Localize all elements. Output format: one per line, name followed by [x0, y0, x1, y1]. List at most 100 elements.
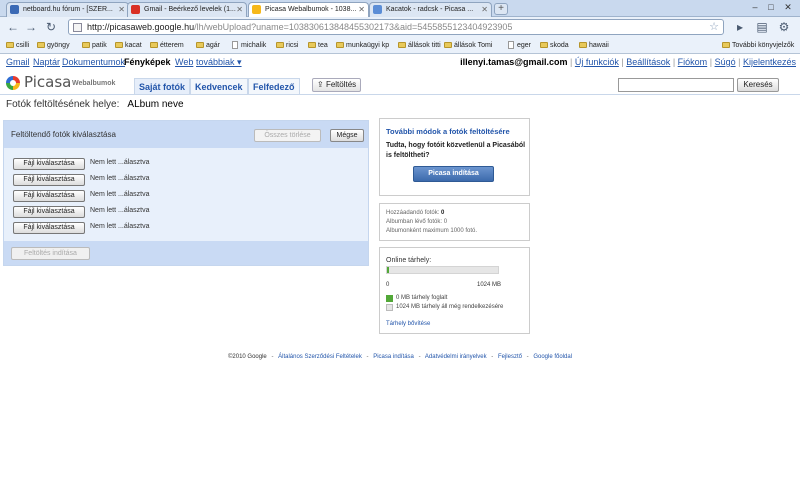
launch-picasa-button[interactable]: Picasa indítása	[413, 166, 494, 182]
bookmark-folder[interactable]: étterem	[150, 40, 184, 51]
forward-arrow-icon[interactable]: →	[24, 20, 38, 34]
more-methods-text: Tudta, hogy fotóit közvetlenül a Picasáb…	[386, 142, 526, 159]
gbar-link-web[interactable]: Web	[175, 54, 193, 70]
gbar-current-photos: Fényképek	[124, 57, 171, 67]
search-button[interactable]: Keresés	[737, 78, 779, 92]
start-upload-button[interactable]: Feltöltés indítása	[11, 247, 90, 260]
choose-file-button[interactable]: Fájl kiválasztása	[13, 174, 85, 186]
storage-used-fill	[387, 267, 389, 273]
file-status: Nem lett ...álasztva	[90, 223, 150, 230]
separator: -	[526, 354, 529, 360]
back-arrow-icon[interactable]: ←	[6, 20, 20, 34]
footer-link-developer[interactable]: Fejlesztő	[498, 354, 522, 360]
close-window-button[interactable]: ✕	[781, 2, 795, 14]
folder-icon	[82, 42, 90, 48]
other-bookmarks[interactable]: További könyvjelzők	[722, 40, 794, 51]
upload-panel: Feltöltendő fotók kiválasztása Összes tö…	[3, 120, 369, 266]
bookmarks-bar: csilli gyöngy patik kacat étterem agár m…	[0, 37, 800, 54]
tab-title: Picasa Webalbumok - 1038...	[265, 6, 357, 13]
close-tab-icon[interactable]: ✕	[481, 3, 488, 16]
choose-file-button[interactable]: Fájl kiválasztása	[13, 206, 85, 218]
upload-destination-label: Fotók feltöltésének helye:	[6, 99, 120, 110]
bookmark-label: állások Tomi	[454, 42, 493, 49]
folder-icon	[540, 42, 548, 48]
gbar-link-settings[interactable]: Beállítások	[626, 57, 670, 67]
page-menu-icon[interactable]: ▤	[755, 20, 769, 34]
minimize-button[interactable]: –	[748, 2, 762, 14]
legend-text: 1024 MB tárhely áll még rendelkezésére	[396, 304, 504, 310]
picasa-logo[interactable]: Picasa Webalbumok	[6, 73, 126, 93]
browser-tab-gmail[interactable]: Gmail - Beérkező levelek (1... ✕	[127, 2, 247, 17]
go-arrow-icon[interactable]: ▸	[733, 20, 747, 34]
browser-tab-netboard[interactable]: netboard.hu fórum - [SZER... ✕	[6, 2, 129, 17]
stat-value: 0	[441, 210, 445, 216]
bookmark-folder[interactable]: ricsi	[276, 40, 298, 51]
gbar-link-help[interactable]: Súgó	[715, 57, 736, 67]
wrench-menu-icon[interactable]: ⚙	[777, 20, 791, 34]
close-tab-icon[interactable]: ✕	[236, 3, 243, 16]
gbar-link-more[interactable]: továbbiak ▾	[196, 54, 242, 70]
bookmark-label: étterem	[160, 42, 184, 49]
folder-icon	[196, 42, 204, 48]
reload-icon[interactable]: ↻	[44, 20, 58, 34]
upload-button[interactable]: ⇪ Feltöltés	[312, 78, 362, 92]
clear-all-button[interactable]: Összes törlése	[254, 129, 321, 142]
bookmark-folder[interactable]: csilli	[6, 40, 29, 51]
gbar-link-calendar[interactable]: Naptár	[33, 54, 60, 70]
gbar-link-gmail[interactable]: Gmail	[6, 54, 30, 70]
bookmark-label: tea	[318, 42, 328, 49]
header-divider	[0, 94, 800, 95]
tab-explore[interactable]: Felfedező	[248, 78, 300, 94]
bookmark-folder[interactable]: agár	[196, 40, 220, 51]
url-path: /lh/webUpload?uname=10383061384845530217…	[194, 22, 513, 32]
footer-link-terms[interactable]: Általános Szerződési Feltételek	[278, 354, 362, 360]
bookmark-folder[interactable]: gyöngy	[37, 40, 70, 51]
bookmark-folder[interactable]: munkaügyi kp	[336, 40, 389, 51]
footer-link-google-home[interactable]: Google főoldal	[533, 354, 572, 360]
bookmark-star-icon[interactable]: ☆	[709, 20, 719, 34]
bookmark-folder[interactable]: skoda	[540, 40, 569, 51]
bookmark-page[interactable]: michalik	[231, 40, 266, 51]
bookmark-folder[interactable]: állások titti	[398, 40, 441, 51]
cancel-button[interactable]: Mégse	[330, 129, 364, 142]
footer-link-privacy[interactable]: Adatvédelmi irányelvek	[425, 354, 487, 360]
tab-my-photos[interactable]: Saját fotók	[134, 78, 191, 94]
picasa-album-favicon-icon	[373, 5, 382, 14]
bookmark-folder[interactable]: tea	[308, 40, 328, 51]
more-upload-methods-box: További módok a fotók feltöltésére Tudta…	[379, 118, 530, 196]
new-tab-button[interactable]: +	[494, 3, 508, 15]
address-bar[interactable]: http://picasaweb.google.hu/lh/webUpload?…	[68, 19, 724, 35]
select-photos-label: Feltöltendő fotók kiválasztása	[11, 130, 116, 139]
copyright: ©2010 Google	[227, 354, 267, 360]
browser-tab-picasa[interactable]: Picasa Webalbumok - 1038... ✕	[248, 2, 369, 18]
browser-tab-kacatok[interactable]: Kacatok - radcsk - Picasa ... ✕	[369, 2, 492, 17]
separator: -	[418, 354, 421, 360]
maximize-button[interactable]: □	[764, 2, 778, 14]
bookmark-label: gyöngy	[47, 42, 70, 49]
page-icon	[508, 41, 514, 49]
gbar-link-signout[interactable]: Kijelentkezés	[743, 57, 796, 67]
gbar-link-new-features[interactable]: Új funkciók	[575, 57, 619, 67]
choose-file-button[interactable]: Fájl kiválasztása	[13, 158, 85, 170]
bookmark-folder[interactable]: kacat	[115, 40, 142, 51]
stat-label: Hozzáadandó fotók:	[386, 210, 440, 216]
expand-storage-link[interactable]: Tárhely bővítése	[386, 321, 430, 327]
close-tab-icon[interactable]: ✕	[358, 3, 365, 16]
search-input[interactable]	[618, 78, 734, 92]
logo-subtitle: Webalbumok	[72, 80, 116, 87]
separator: -	[366, 354, 369, 360]
close-tab-icon[interactable]: ✕	[118, 3, 125, 16]
file-status: Nem lett ...álasztva	[90, 159, 150, 166]
choose-file-button[interactable]: Fájl kiválasztása	[13, 222, 85, 234]
tab-title: Gmail - Beérkező levelek (1...	[144, 6, 236, 13]
footer-link-picasa[interactable]: Picasa indítása	[373, 354, 414, 360]
choose-file-button[interactable]: Fájl kiválasztása	[13, 190, 85, 202]
bookmark-folder[interactable]: hawaii	[579, 40, 609, 51]
bookmark-page[interactable]: eger	[507, 40, 531, 51]
bookmark-folder[interactable]: patik	[82, 40, 107, 51]
tab-favorites[interactable]: Kedvencek	[190, 78, 248, 94]
storage-min: 0	[386, 282, 390, 288]
bookmark-folder[interactable]: állások Tomi	[444, 40, 492, 51]
gbar-link-documents[interactable]: Dokumentumok	[62, 54, 125, 70]
gbar-link-account[interactable]: Fiókom	[678, 57, 708, 67]
